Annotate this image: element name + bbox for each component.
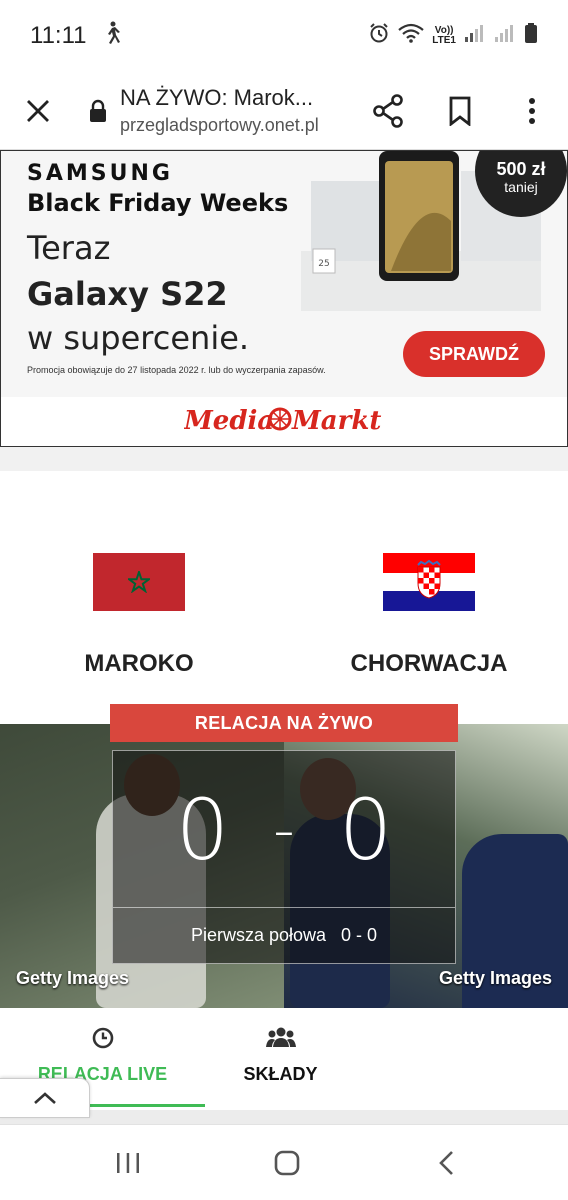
battery-icon bbox=[524, 22, 538, 50]
lte-label: LTE1 bbox=[432, 35, 456, 46]
status-bar: 11:11 Vo)) LTE1 bbox=[0, 0, 568, 72]
ad-line-3: w supercenie. bbox=[27, 319, 250, 357]
tab-squads[interactable]: SKŁADY bbox=[178, 1008, 383, 1112]
badge-amount: 500 zł bbox=[496, 159, 546, 179]
expand-toolbar-button[interactable] bbox=[0, 1078, 90, 1118]
system-navigation-bar bbox=[0, 1124, 568, 1200]
home-icon bbox=[274, 1150, 300, 1176]
bookmark-icon bbox=[449, 96, 471, 126]
morocco-flag-icon bbox=[93, 553, 185, 611]
home-button[interactable] bbox=[227, 1125, 347, 1200]
photo-credit-right: Getty Images bbox=[438, 968, 552, 988]
signal-icon-2 bbox=[494, 23, 516, 49]
walking-icon bbox=[101, 21, 123, 51]
status-icons: Vo)) LTE1 bbox=[368, 22, 538, 50]
clock-icon bbox=[92, 1027, 113, 1049]
page-title: NA ŻYWO: Marok... bbox=[120, 85, 314, 110]
share-icon bbox=[373, 93, 403, 128]
svg-text:Markt: Markt bbox=[291, 406, 381, 436]
close-tab-button[interactable] bbox=[0, 72, 76, 150]
more-vertical-icon bbox=[529, 97, 535, 124]
browser-toolbar: NA ŻYWO: Marok... przegladsportowy.onet.… bbox=[0, 72, 568, 150]
tab-squads-label: SKŁADY bbox=[243, 1064, 318, 1084]
clock: 11:11 bbox=[30, 22, 87, 49]
scoreboard: 0 - 0 Pierwsza połowa 0 - 0 bbox=[112, 750, 456, 964]
svg-text:Media: Media bbox=[184, 406, 274, 436]
recent-apps-icon bbox=[117, 1153, 139, 1173]
score-divider bbox=[113, 907, 455, 908]
mediamarkt-logo: Media Markt bbox=[183, 406, 381, 436]
photo-credit-left: Getty Images bbox=[16, 968, 130, 988]
signal-icon bbox=[464, 23, 486, 49]
half-time-status: Pierwsza połowa 0 - 0 bbox=[190, 925, 378, 945]
back-button[interactable] bbox=[386, 1125, 506, 1200]
alarm-icon bbox=[368, 22, 390, 50]
wifi-icon bbox=[398, 23, 424, 49]
home-team-name[interactable]: MAROKO bbox=[39, 650, 239, 678]
croatia-flag-icon bbox=[383, 553, 475, 611]
away-team-name[interactable]: CHORWACJA bbox=[329, 650, 529, 678]
ad-brand: SAMSUNG bbox=[27, 161, 173, 186]
url-field[interactable]: NA ŻYWO: Marok... przegladsportowy.onet.… bbox=[120, 85, 352, 136]
ad-line-1: Teraz bbox=[27, 229, 111, 267]
lte-indicator: Vo)) LTE1 bbox=[432, 26, 456, 46]
back-icon bbox=[439, 1151, 453, 1175]
page-domain: przegladsportowy.onet.pl bbox=[120, 115, 319, 135]
ad-headline: Black Friday Weeks bbox=[27, 189, 289, 217]
more-menu-button[interactable] bbox=[496, 72, 568, 150]
lock-icon[interactable] bbox=[76, 99, 120, 123]
bookmark-button[interactable] bbox=[424, 72, 496, 150]
ad-retailer-strip: Media Markt bbox=[1, 397, 567, 446]
recent-apps-button[interactable] bbox=[68, 1125, 188, 1200]
ad-line-2: Galaxy S22 bbox=[27, 275, 228, 313]
score-separator: - bbox=[273, 795, 295, 865]
badge-text: taniej bbox=[504, 179, 538, 195]
home-score: 0 bbox=[175, 781, 230, 879]
chevron-up-icon bbox=[33, 1092, 56, 1104]
share-button[interactable] bbox=[352, 72, 424, 150]
close-icon bbox=[27, 99, 49, 122]
people-icon bbox=[265, 1027, 296, 1047]
svg-text:25: 25 bbox=[318, 259, 329, 269]
separator-strip bbox=[0, 447, 568, 471]
live-coverage-banner: RELACJA NA ŻYWO bbox=[110, 704, 458, 742]
ad-cta-button[interactable]: SPRAWDŹ bbox=[403, 331, 545, 377]
ad-fine-print: Promocja obowiązuje do 27 listopada 2022… bbox=[27, 365, 326, 375]
away-score: 0 bbox=[338, 781, 393, 879]
ad-banner[interactable]: SAMSUNG Black Friday Weeks Teraz Galaxy … bbox=[0, 150, 568, 447]
retailer-logo: Media Markt bbox=[183, 401, 384, 444]
